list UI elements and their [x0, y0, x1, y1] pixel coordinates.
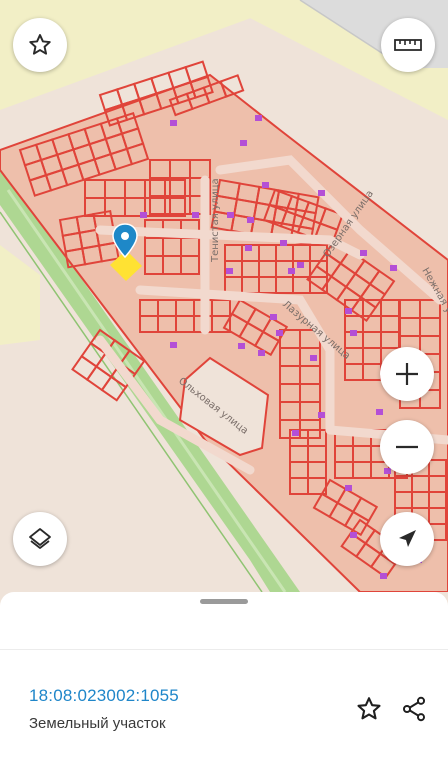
building: [288, 268, 295, 274]
building: [262, 182, 269, 188]
map-view[interactable]: Тенистая улица Озерная улица Лазурная ул…: [0, 0, 448, 592]
ruler-icon: [394, 39, 422, 51]
minus-icon: [396, 445, 418, 449]
building: [245, 245, 252, 251]
layers-icon: [29, 528, 51, 549]
building: [226, 268, 233, 274]
building: [280, 240, 287, 246]
share-button[interactable]: [398, 693, 430, 725]
sheet-divider: [0, 649, 448, 650]
building: [170, 342, 177, 348]
building: [318, 190, 325, 196]
zoom-in-button[interactable]: [380, 347, 434, 401]
share-icon: [402, 696, 426, 722]
building: [310, 355, 317, 361]
building: [247, 217, 254, 223]
navigation-arrow-icon: [399, 530, 416, 547]
ruler-button[interactable]: [381, 18, 435, 72]
building: [380, 573, 387, 579]
building: [390, 265, 397, 271]
building: [345, 308, 352, 314]
building: [170, 120, 177, 126]
sheet-drag-handle[interactable]: [200, 599, 248, 604]
parcel-type-label: Земельный участок: [29, 715, 166, 732]
building: [270, 314, 277, 320]
star-outline-icon: [357, 697, 381, 720]
building: [292, 430, 299, 436]
building: [255, 115, 262, 121]
favorite-parcel-button[interactable]: [353, 693, 385, 725]
building: [140, 212, 147, 218]
building: [192, 212, 199, 218]
building: [276, 330, 283, 336]
building: [360, 250, 367, 256]
building: [345, 485, 352, 491]
star-icon: [29, 34, 51, 55]
cadastral-number[interactable]: 18:08:023002:1055: [29, 686, 179, 706]
building: [240, 140, 247, 146]
building: [318, 412, 325, 418]
zoom-out-button[interactable]: [380, 420, 434, 474]
building: [384, 468, 391, 474]
building: [258, 350, 265, 356]
locate-button[interactable]: [380, 512, 434, 566]
building: [350, 330, 357, 336]
parcel-info-sheet: 18:08:023002:1055 Земельный участок: [0, 592, 448, 768]
favorite-map-button[interactable]: [13, 18, 67, 72]
building: [238, 343, 245, 349]
building: [297, 262, 304, 268]
building: [376, 409, 383, 415]
plus-icon: [396, 363, 418, 385]
street-label-tenistaya: Тенистая улица: [210, 178, 221, 263]
building: [350, 532, 357, 538]
building: [227, 212, 234, 218]
layers-button[interactable]: [13, 512, 67, 566]
